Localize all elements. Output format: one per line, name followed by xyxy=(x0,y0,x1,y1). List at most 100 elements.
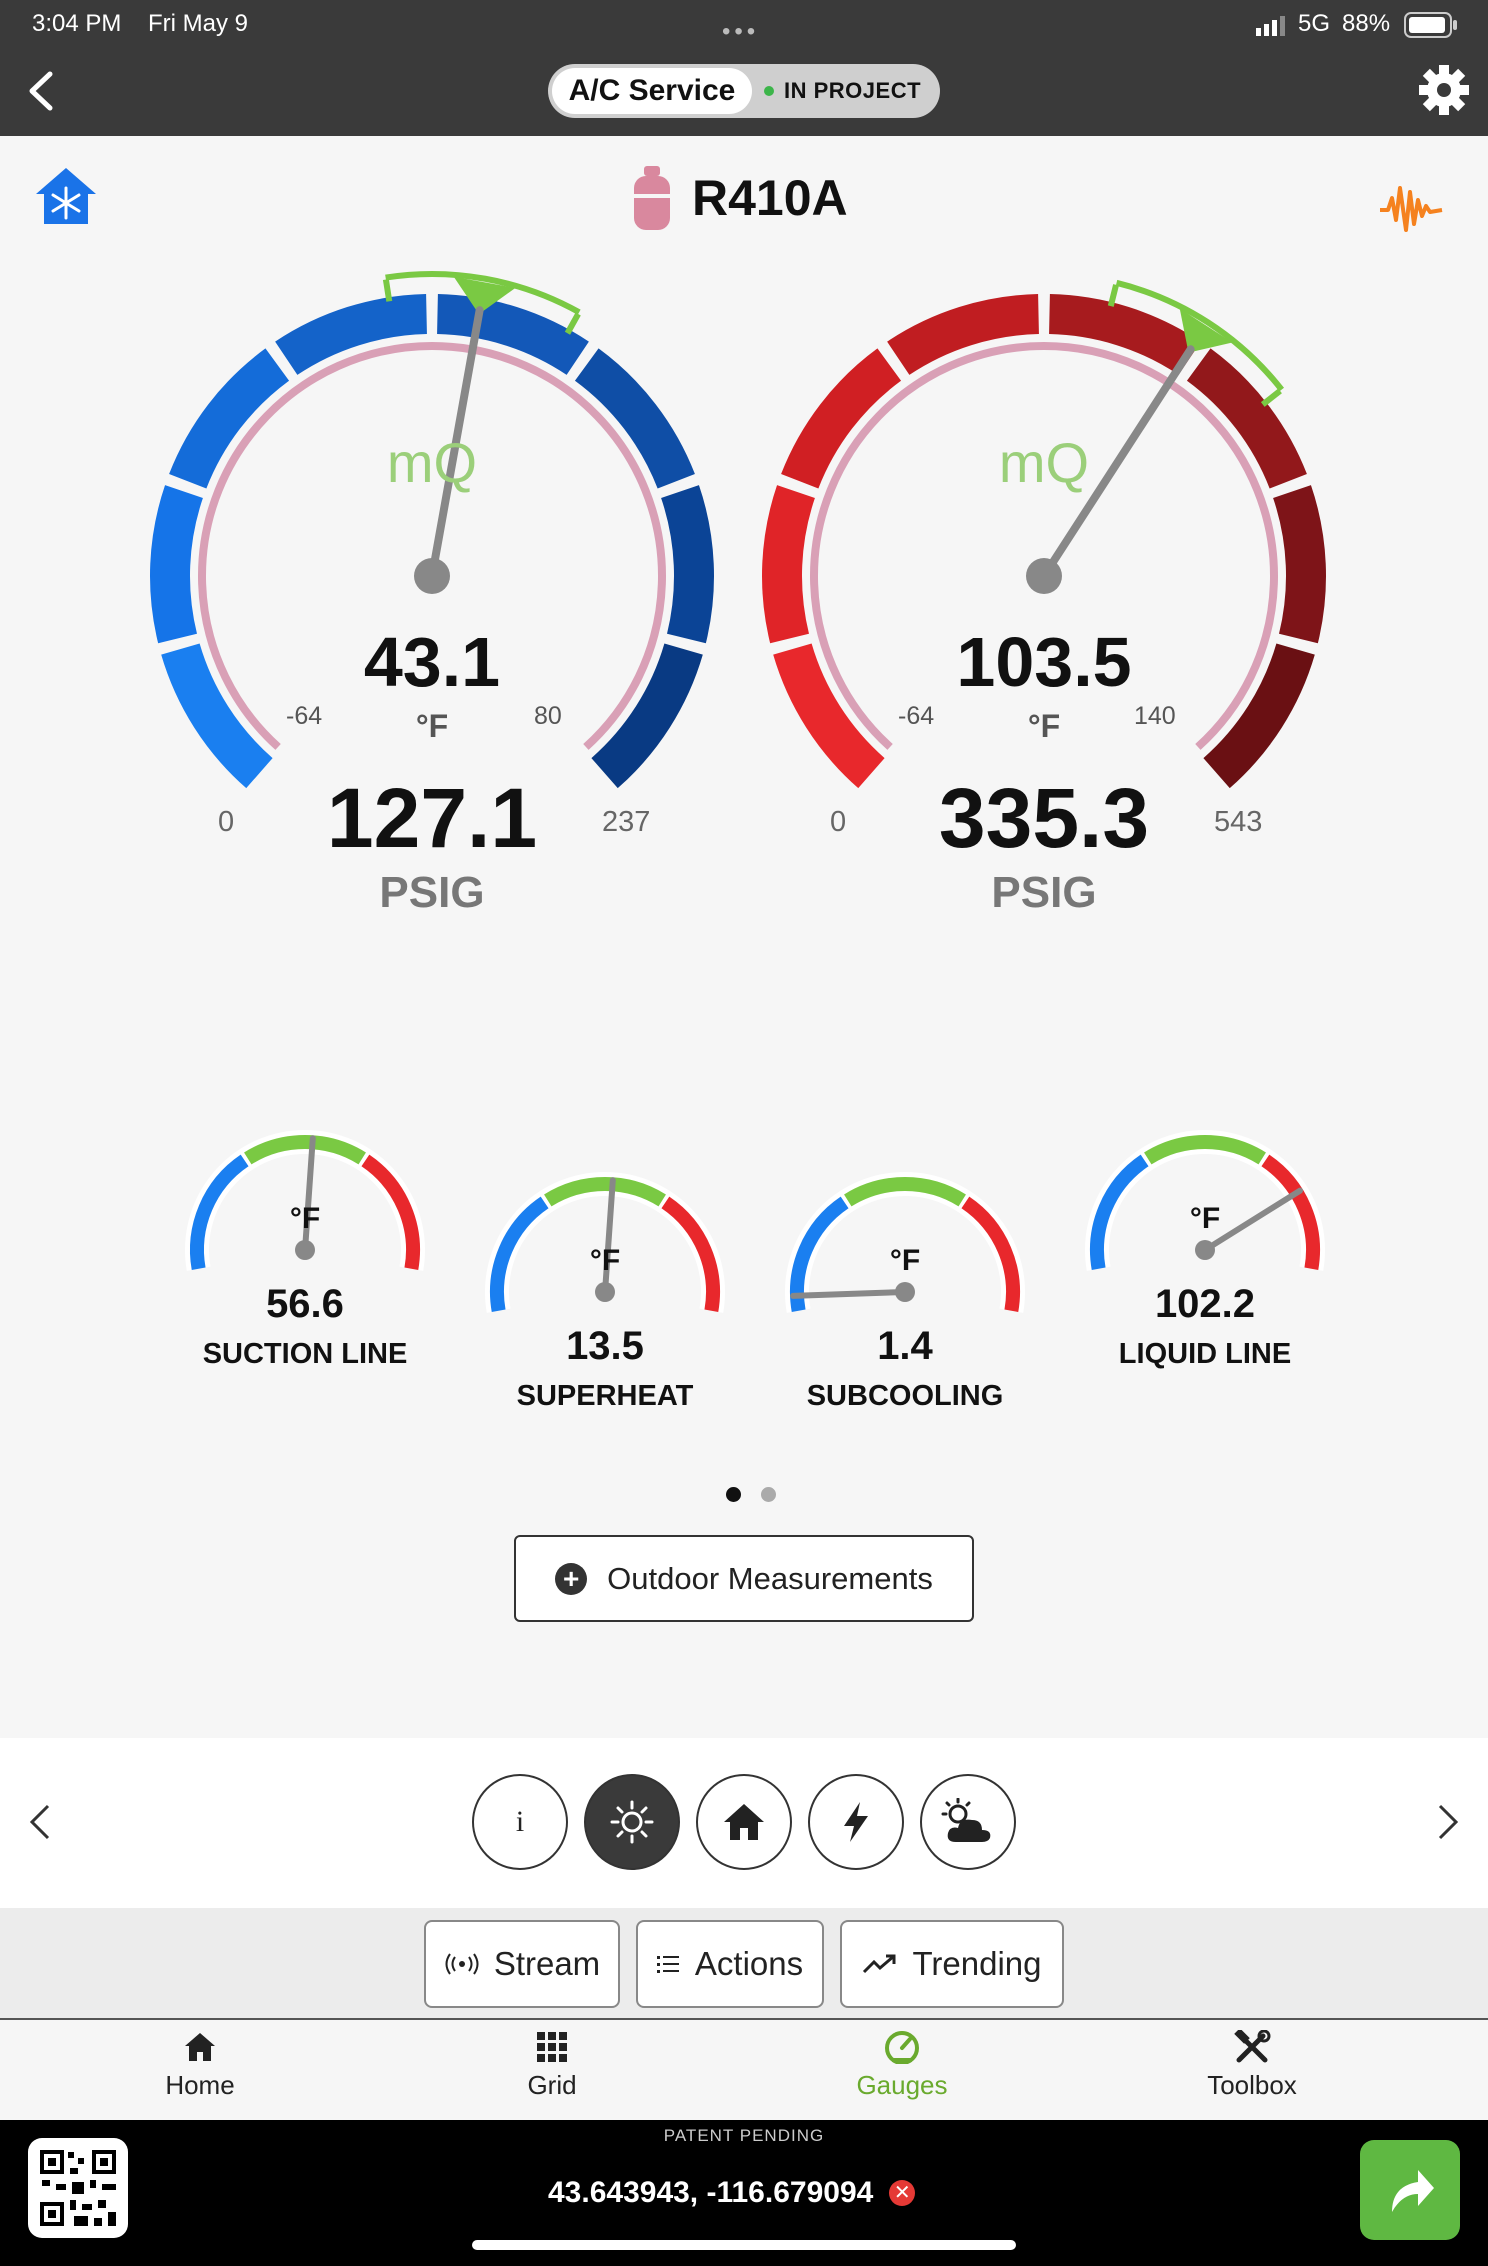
gear-icon[interactable] xyxy=(1418,64,1470,116)
service-project-toggle[interactable]: A/C Service IN PROJECT xyxy=(548,64,940,118)
share-arrow-icon xyxy=(1392,2170,1434,2212)
high-pressure-max: 543 xyxy=(1214,806,1263,838)
mini-gauge-subcooling[interactable]: °F 1.4 SUBCOOLING xyxy=(780,1172,1030,1472)
status-date: Fri May 9 xyxy=(148,10,249,37)
section-selector: i xyxy=(0,1738,1488,1908)
section-weather-button[interactable] xyxy=(920,1774,1016,1870)
tab-grid-label: Grid xyxy=(527,2070,577,2100)
gauge-band-segment xyxy=(1048,294,1201,376)
trend-up-icon xyxy=(863,1954,896,1974)
mini-gauge-unit: °F xyxy=(589,1244,621,1277)
stream-label: Stream xyxy=(493,1945,601,1982)
project-segment[interactable]: IN PROJECT xyxy=(764,64,934,118)
gauge-icon xyxy=(885,2031,919,2064)
mini-gauge-unit: °F xyxy=(1189,1202,1221,1235)
stream-button[interactable]: Stream xyxy=(424,1920,620,2008)
chevron-left-icon[interactable] xyxy=(28,1802,52,1842)
refrigerant-title[interactable]: R410A xyxy=(630,160,848,236)
mini-gauge-unit: °F xyxy=(289,1202,321,1235)
location-bar: PATENT PENDING 43.643943, -116.679094 ✕ xyxy=(0,2120,1488,2266)
actions-button[interactable]: Actions xyxy=(636,1920,824,2008)
top-bar: 3:04 PM Fri May 9 ••• 5G 88% A/C Service… xyxy=(0,0,1488,136)
tab-grid[interactable]: Grid xyxy=(452,2030,652,2101)
low-gauge-logo: mQ xyxy=(386,431,478,494)
high-pressure-min: 0 xyxy=(830,806,847,838)
mini-gauge-suction-line[interactable]: °F 56.6 SUCTION LINE xyxy=(180,1130,430,1430)
gauge-band-segment xyxy=(660,485,714,644)
qr-code-button[interactable] xyxy=(28,2138,128,2238)
grid-icon xyxy=(537,2032,567,2062)
high-pressure-value: 335.3 xyxy=(938,771,1150,865)
mini-gauge-label: SUCTION LINE xyxy=(202,1338,408,1370)
close-icon[interactable]: ✕ xyxy=(889,2180,916,2206)
house-snowflake-icon[interactable] xyxy=(34,164,98,228)
trending-button[interactable]: Trending xyxy=(840,1920,1064,2008)
refrigerant-name: R410A xyxy=(692,170,848,226)
target-bracket-end xyxy=(382,279,393,302)
low-pressure-min: 0 xyxy=(218,806,235,838)
mini-gauge-needle-hub xyxy=(1195,1240,1215,1260)
high-temperature-unit: °F xyxy=(1027,708,1061,744)
gauge-band-segment xyxy=(150,485,204,644)
high-temp-max: 140 xyxy=(1134,702,1176,730)
page-indicator[interactable] xyxy=(716,1487,786,1507)
mini-gauge-label: SUPERHEAT xyxy=(516,1380,694,1412)
mini-gauge-needle-hub xyxy=(295,1240,315,1260)
gauge-needle-hub xyxy=(1026,558,1062,594)
page-dot-active[interactable] xyxy=(726,1487,741,1502)
mini-gauge-value: 1.4 xyxy=(877,1324,933,1368)
high-temp-min: -64 xyxy=(898,702,935,730)
tab-gauges-label: Gauges xyxy=(856,2070,948,2100)
back-chevron-icon[interactable] xyxy=(24,70,56,112)
outdoor-measurements-button[interactable]: + Outdoor Measurements xyxy=(514,1535,974,1622)
sun-icon xyxy=(610,1800,654,1844)
mini-gauge-value: 102.2 xyxy=(1154,1282,1256,1326)
high-pressure-unit: PSIG xyxy=(991,868,1097,917)
tab-toolbox[interactable]: Toolbox xyxy=(1152,2030,1352,2101)
cloud-sun-icon xyxy=(941,1798,991,1842)
toolbox-icon xyxy=(1234,2030,1271,2063)
action-bar: Stream Actions Trending xyxy=(0,1908,1488,2020)
share-button[interactable] xyxy=(1360,2140,1460,2240)
coordinates-text: 43.643943, -116.679094 xyxy=(548,2176,874,2209)
section-info-button[interactable]: i xyxy=(472,1774,568,1870)
chevron-right-icon[interactable] xyxy=(1436,1802,1460,1842)
waveform-icon[interactable] xyxy=(1378,180,1444,236)
target-bracket-end xyxy=(564,312,581,335)
tab-home[interactable]: Home xyxy=(100,2030,300,2101)
patent-notice: PATENT PENDING xyxy=(663,2126,825,2145)
low-temp-max: 80 xyxy=(534,702,562,730)
section-house-button[interactable] xyxy=(696,1774,792,1870)
home-indicator[interactable] xyxy=(472,2240,1016,2250)
refrigerant-cylinder-icon xyxy=(634,166,670,230)
low-pressure-max: 237 xyxy=(602,806,651,838)
lightning-icon xyxy=(844,1802,868,1842)
project-status-dot xyxy=(764,86,774,96)
mini-gauge-superheat[interactable]: °F 13.5 SUPERHEAT xyxy=(480,1172,730,1472)
mini-gauge-label: SUBCOOLING xyxy=(806,1380,1004,1412)
page-dot[interactable] xyxy=(761,1487,776,1502)
info-icon: i xyxy=(515,1805,525,1838)
home-icon xyxy=(185,2033,215,2061)
mini-gauge-needle-hub xyxy=(595,1282,615,1302)
mini-gauge-value: 56.6 xyxy=(266,1282,344,1326)
house-icon xyxy=(724,1804,764,1840)
actions-label: Actions xyxy=(694,1945,804,1982)
target-bracket-end xyxy=(1260,388,1282,407)
low-temperature-unit: °F xyxy=(415,708,449,744)
battery-label: 88% xyxy=(1342,10,1391,37)
mini-gauge-value: 13.5 xyxy=(566,1324,644,1368)
mini-gauge-liquid-line[interactable]: °F 102.2 LIQUID LINE xyxy=(1080,1130,1330,1430)
status-time: 3:04 PM xyxy=(32,10,122,37)
multitask-dots-icon[interactable]: ••• xyxy=(722,18,759,46)
gauge-band-segment xyxy=(887,294,1040,376)
section-electrical-button[interactable] xyxy=(808,1774,904,1870)
service-segment[interactable]: A/C Service xyxy=(552,68,752,114)
low-temp-min: -64 xyxy=(286,702,323,730)
list-icon xyxy=(656,1956,679,1973)
project-label: IN PROJECT xyxy=(784,78,922,103)
high-temperature-value: 103.5 xyxy=(956,623,1132,701)
section-sun-button[interactable] xyxy=(584,1774,680,1870)
tab-gauges[interactable]: Gauges xyxy=(802,2030,1002,2101)
plus-circle-icon: + xyxy=(555,1562,588,1595)
